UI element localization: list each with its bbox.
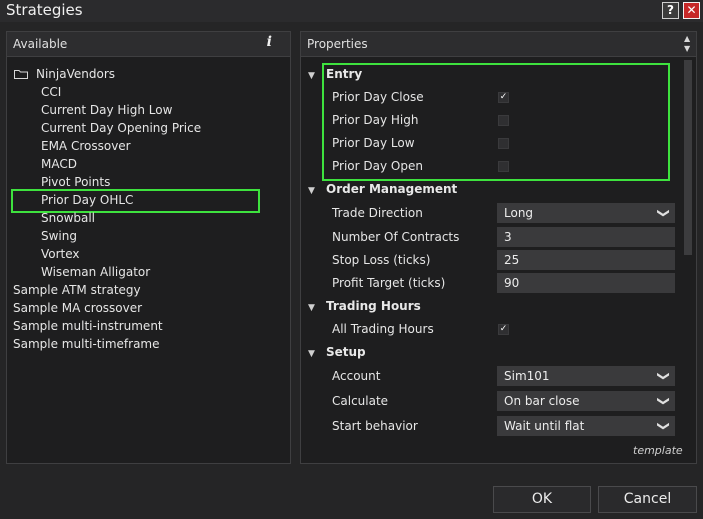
section-setup[interactable]: Setup [326,345,366,359]
chevron-down-icon: ❯ [656,420,671,432]
close-button[interactable]: ✕ [683,2,700,19]
sample-strategy-item[interactable]: Sample multi-timeframe [13,337,160,351]
section-order-management[interactable]: Order Management [326,182,457,196]
info-icon[interactable]: i [267,34,272,50]
chevron-down-icon: ❯ [656,395,671,407]
title-bar: Strategies ? ✕ [0,0,703,22]
prop-prior-day-high-label: Prior Day High [332,113,419,127]
collapse-icon[interactable]: ▼ [308,349,315,359]
collapse-icon[interactable]: ▼ [308,71,315,81]
properties-header-label: Properties [307,37,368,51]
strategy-item[interactable]: Snowball [41,211,95,225]
scrollbar-thumb[interactable] [684,60,692,255]
help-button[interactable]: ? [662,2,679,19]
section-trading-hours[interactable]: Trading Hours [326,299,421,313]
sample-strategy-item[interactable]: Sample multi-instrument [13,319,163,333]
strategy-item[interactable]: Wiseman Alligator [41,265,150,279]
properties-panel: Properties ▲ ▼ ▼ Entry Prior Day Close ✓… [300,31,697,464]
scroll-up-icon[interactable]: ▲ [684,34,690,43]
trade-direction-select[interactable]: Long ❯ [497,203,675,223]
sample-strategy-item[interactable]: Sample MA crossover [13,301,142,315]
stop-loss-input[interactable]: 25 [497,250,675,270]
strategy-item[interactable]: MACD [41,157,77,171]
account-select[interactable]: Sim101 ❯ [497,366,675,386]
collapse-icon[interactable]: ▼ [308,186,315,196]
stop-loss-label: Stop Loss (ticks) [332,253,431,267]
strategy-item[interactable]: Pivot Points [41,175,110,189]
chevron-down-icon: ❯ [656,370,671,382]
prop-prior-day-low-label: Prior Day Low [332,136,415,150]
start-behavior-label: Start behavior [332,419,418,433]
strategy-item[interactable]: Current Day High Low [41,103,172,117]
calculate-label: Calculate [332,394,389,408]
ok-button[interactable]: OK [493,486,591,513]
folder-icon [14,70,28,79]
available-header: Available i [7,32,290,57]
start-behavior-select[interactable]: Wait until flat ❯ [497,416,675,436]
cancel-button[interactable]: Cancel [598,486,697,513]
prior-day-close-checkbox[interactable]: ✓ [498,92,509,103]
all-trading-hours-label: All Trading Hours [332,322,434,336]
profit-target-label: Profit Target (ticks) [332,276,446,290]
strategy-item[interactable]: Swing [41,229,77,243]
selected-strategy-highlight [11,189,260,213]
scroll-down-icon[interactable]: ▼ [684,44,690,53]
folder-ninjavendors[interactable]: NinjaVendors [36,67,115,81]
prior-day-low-checkbox[interactable] [498,138,509,149]
available-panel: Available i NinjaVendors CCI Current Day… [6,31,291,464]
trade-direction-value: Long [504,206,534,220]
strategy-item[interactable]: CCI [41,85,61,99]
all-trading-hours-checkbox[interactable]: ✓ [498,324,509,335]
prior-day-high-checkbox[interactable] [498,115,509,126]
prior-day-open-checkbox[interactable] [498,161,509,172]
calculate-select[interactable]: On bar close ❯ [497,391,675,411]
window-title: Strategies [6,1,83,19]
available-header-label: Available [13,37,68,51]
account-label: Account [332,369,381,383]
strategy-item[interactable]: Current Day Opening Price [41,121,201,135]
collapse-icon[interactable]: ▼ [308,303,315,313]
strategy-item[interactable]: EMA Crossover [41,139,131,153]
contracts-input[interactable]: 3 [497,227,675,247]
prop-prior-day-close-label: Prior Day Close [332,90,424,104]
chevron-down-icon: ❯ [656,207,671,219]
template-link[interactable]: template [633,444,683,457]
strategy-item[interactable]: Vortex [41,247,80,261]
profit-target-input[interactable]: 90 [497,273,675,293]
account-value: Sim101 [504,369,550,383]
contracts-label: Number Of Contracts [332,230,460,244]
calculate-value: On bar close [504,394,580,408]
sample-strategy-item[interactable]: Sample ATM strategy [13,283,141,297]
start-behavior-value: Wait until flat [504,419,585,433]
trade-direction-label: Trade Direction [332,206,423,220]
prop-prior-day-open-label: Prior Day Open [332,159,423,173]
properties-header: Properties [301,32,696,57]
